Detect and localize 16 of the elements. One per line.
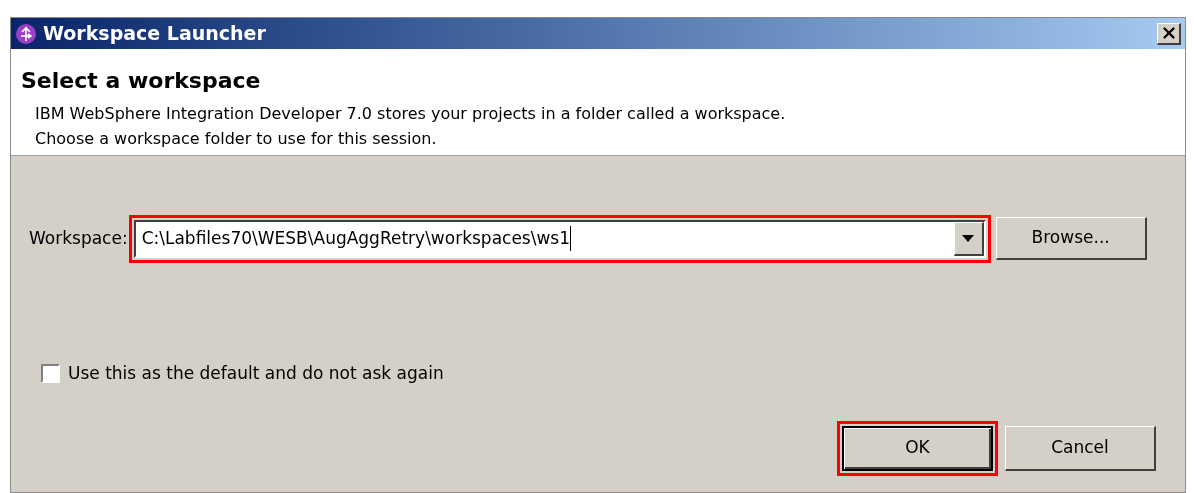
header-title: Select a workspace (21, 67, 262, 95)
dropdown-button[interactable] (953, 221, 984, 256)
window-title: Workspace Launcher (43, 21, 266, 47)
checkbox-label: Use this as the default and do not ask again (68, 362, 444, 385)
dialog-button[interactable]: Cancel (1005, 425, 1156, 471)
description-text: IBM WebSphere Integration Developer 7.0 stores your projects in a folder called a workspace. (35, 103, 787, 125)
description-text: Choose a workspace folder to use for this session. (35, 128, 438, 150)
workspace-label: Workspace: (29, 226, 128, 250)
workspace-value: C:\Labfiles70\WESB\AugAggRetry\workspaces\ws1 (135, 225, 572, 252)
close-button[interactable] (1157, 22, 1181, 45)
browse-button[interactable]: Browse... (995, 217, 1147, 260)
dialog-button[interactable]: OK (842, 425, 993, 471)
default-checkbox[interactable] (41, 364, 60, 384)
workspace-combo[interactable]: C:\Labfiles70\WESB\AugAggRetry\workspaces\ws1 (133, 219, 986, 258)
app-icon (15, 22, 37, 45)
caret-icon (962, 234, 975, 242)
